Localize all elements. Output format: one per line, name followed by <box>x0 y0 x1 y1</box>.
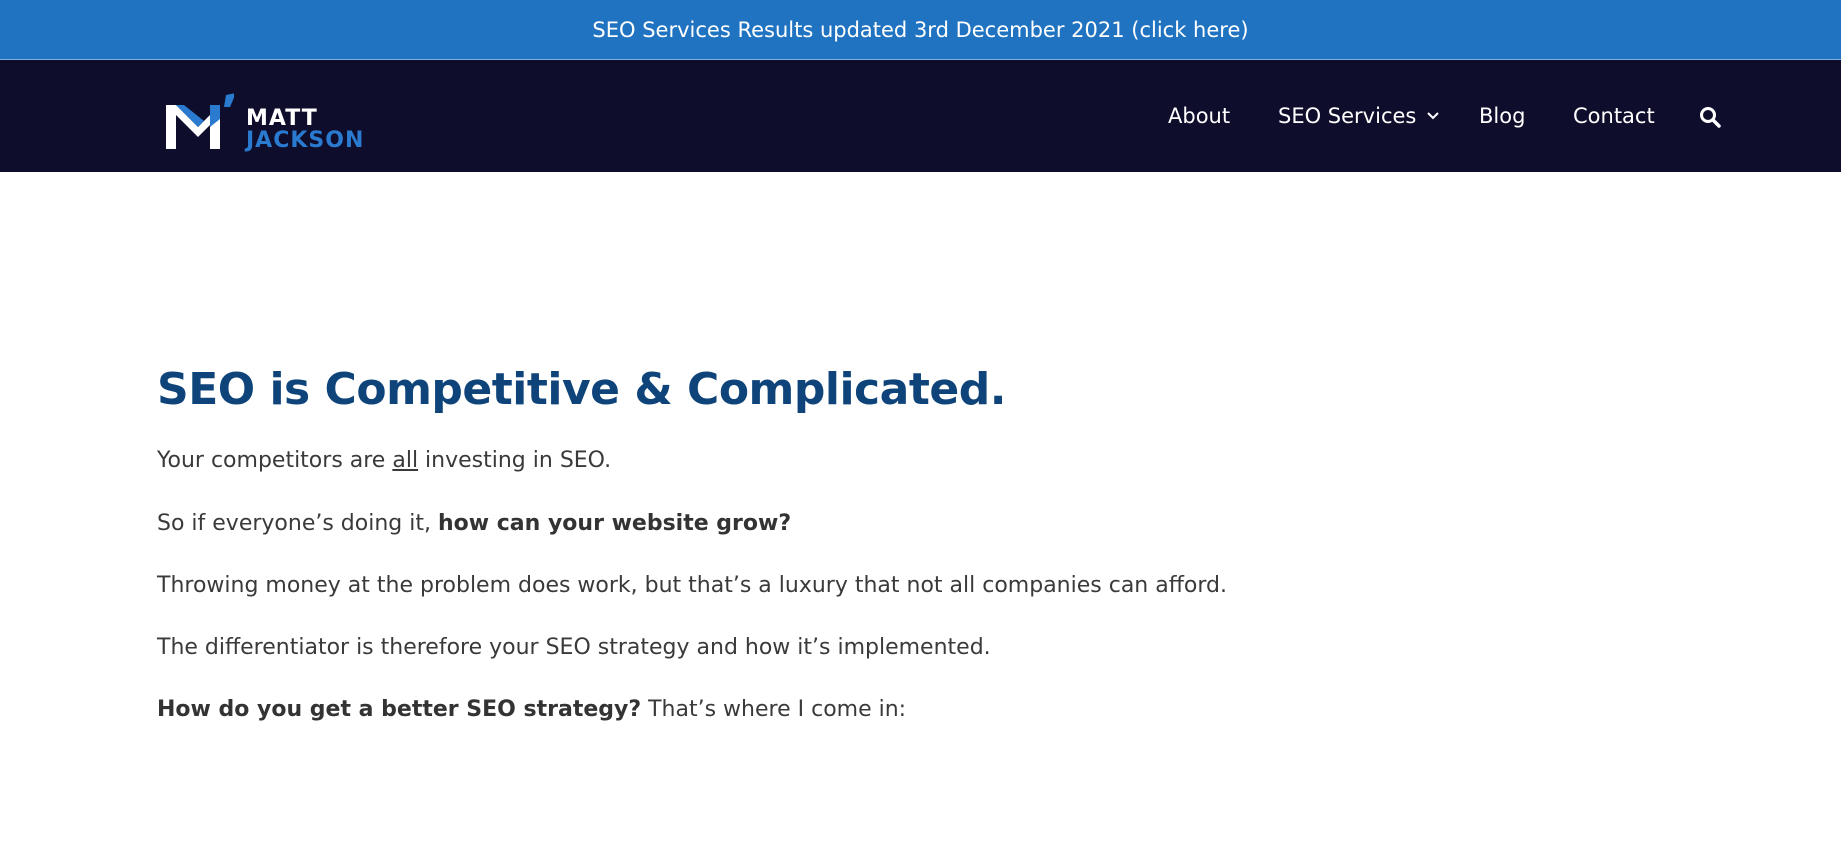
announcement-text[interactable]: SEO Services Results updated 3rd Decembe… <box>592 18 1248 42</box>
paragraph-money: Throwing money at the problem does work,… <box>157 573 1227 598</box>
p5-after: That’s where I come in: <box>641 697 907 722</box>
p2-before: So if everyone’s doing it, <box>157 511 438 536</box>
paragraph-competitors: Your competitors are all investing in SE… <box>157 446 611 476</box>
paragraph-differentiator: The differentiator is therefore your SEO… <box>157 635 991 660</box>
search-icon <box>1700 107 1721 128</box>
page-title: SEO is Competitive & Complicated. <box>157 364 1006 415</box>
p1-underlined: all <box>392 448 419 473</box>
announcement-bar[interactable]: SEO Services Results updated 3rd Decembe… <box>0 0 1841 60</box>
nav-seo-services-link[interactable]: SEO Services <box>1278 104 1440 128</box>
chevron-down-icon <box>1427 112 1440 120</box>
logo-mark-icon <box>166 93 234 149</box>
logo-text-jackson: JACKSON <box>246 128 365 153</box>
paragraph-grow: So if everyone’s doing it, how can your … <box>157 509 791 539</box>
p1-after: investing in SEO. <box>418 448 612 473</box>
p1-before: Your competitors are <box>157 448 393 473</box>
nav-about-label: About <box>1168 104 1231 128</box>
nav-blog-label: Blog <box>1479 104 1526 128</box>
nav-contact-link[interactable]: Contact <box>1573 104 1655 128</box>
p5-bold: How do you get a better SEO strategy? <box>157 697 642 722</box>
search-button[interactable] <box>1699 106 1721 128</box>
main-navbar: MATT JACKSON About SEO Services Blog Con… <box>0 60 1841 172</box>
paragraph-strategy: How do you get a better SEO strategy? Th… <box>157 695 906 725</box>
nav-seo-services-label: SEO Services <box>1278 104 1417 128</box>
nav-blog-link[interactable]: Blog <box>1479 104 1525 128</box>
main-content: SEO is Competitive & Complicated. Your c… <box>157 360 1557 722</box>
logo[interactable]: MATT JACKSON <box>164 93 376 153</box>
nav-about-link[interactable]: About <box>1168 104 1230 128</box>
p2-bold: how can your website grow? <box>437 511 792 536</box>
nav-contact-label: Contact <box>1573 104 1655 128</box>
